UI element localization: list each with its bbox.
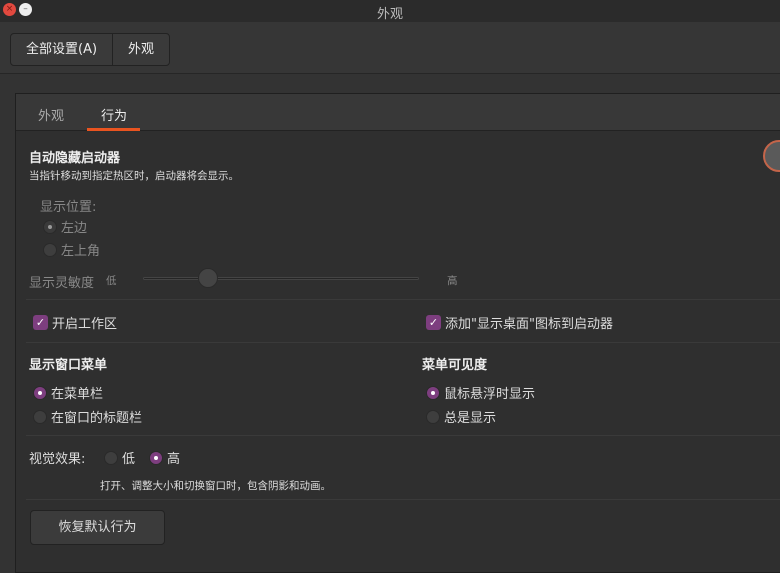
tab-behavior[interactable]: 行为	[101, 105, 127, 124]
breadcrumb-appearance[interactable]: 外观	[112, 34, 169, 65]
check-icon: ✓	[426, 315, 441, 330]
radio-icon	[149, 450, 163, 465]
sensitivity-slider[interactable]	[143, 277, 419, 280]
divider	[26, 342, 780, 343]
breadcrumb-all-settings[interactable]: 全部设置(A)	[11, 34, 112, 65]
radio-label: 总是显示	[444, 411, 497, 426]
radio-icon	[33, 385, 47, 400]
autohide-description: 当指针移动到指定热区时，启动器将会显示。	[29, 170, 239, 182]
divider	[26, 435, 780, 436]
radio-label: 鼠标悬浮时显示	[444, 387, 536, 402]
position-top-left-radio[interactable]: 左上角	[43, 240, 100, 259]
radio-icon	[426, 385, 440, 400]
menu-in-menubar-radio[interactable]: 在菜单栏	[33, 383, 103, 402]
radio-icon	[104, 450, 118, 465]
position-label: 显示位置:	[40, 200, 97, 215]
show-desktop-checkbox[interactable]: ✓ 添加"显示桌面"图标到启动器	[426, 313, 613, 332]
title-bar: × – 外观	[0, 0, 780, 22]
position-left-radio[interactable]: 左边	[43, 217, 87, 236]
restore-defaults-button[interactable]: 恢复默认行为	[30, 510, 165, 545]
autohide-title: 自动隐藏启动器	[29, 151, 121, 166]
visual-high-radio[interactable]: 高	[149, 448, 180, 467]
settings-panel: 外观 行为 自动隐藏启动器 当指针移动到指定热区时，启动器将会显示。 显示位置:…	[15, 93, 780, 573]
radio-icon	[43, 242, 57, 257]
divider	[26, 299, 780, 300]
menu-visibility-title: 菜单可见度	[422, 358, 488, 373]
radio-icon	[33, 409, 47, 424]
visual-effects-label: 视觉效果:	[29, 452, 86, 467]
header: 全部设置(A) 外观	[0, 22, 780, 74]
always-show-radio[interactable]: 总是显示	[426, 407, 496, 426]
autohide-toggle[interactable]	[763, 140, 780, 172]
show-on-hover-radio[interactable]: 鼠标悬浮时显示	[426, 383, 535, 402]
check-icon: ✓	[33, 315, 48, 330]
radio-icon	[426, 409, 440, 424]
sensitivity-high: 高	[447, 275, 458, 287]
window-menu-title: 显示窗口菜单	[29, 358, 108, 373]
divider	[26, 499, 780, 500]
sensitivity-low: 低	[106, 275, 117, 287]
window-title: 外观	[376, 7, 403, 22]
checkbox-label: 添加"显示桌面"图标到启动器	[445, 317, 613, 332]
radio-label: 在菜单栏	[51, 387, 104, 402]
tab-appearance[interactable]: 外观	[38, 105, 64, 124]
visual-description: 打开、调整大小和切换窗口时，包含阴影和动画。	[100, 480, 331, 492]
radio-icon	[43, 219, 57, 234]
radio-label: 低	[122, 452, 136, 467]
radio-label: 左上角	[61, 244, 101, 259]
slider-handle[interactable]	[198, 268, 218, 288]
menu-in-titlebar-radio[interactable]: 在窗口的标题栏	[33, 407, 142, 426]
radio-label: 高	[167, 452, 181, 467]
checkbox-label: 开启工作区	[52, 317, 118, 332]
sensitivity-label: 显示灵敏度	[29, 276, 95, 291]
active-tab-indicator	[87, 128, 140, 131]
visual-low-radio[interactable]: 低	[104, 448, 135, 467]
breadcrumb: 全部设置(A) 外观	[10, 33, 171, 66]
tab-bar: 外观 行为	[16, 94, 780, 131]
workspaces-checkbox[interactable]: ✓ 开启工作区	[33, 313, 117, 332]
radio-label: 在窗口的标题栏	[51, 411, 143, 426]
radio-label: 左边	[61, 221, 88, 236]
